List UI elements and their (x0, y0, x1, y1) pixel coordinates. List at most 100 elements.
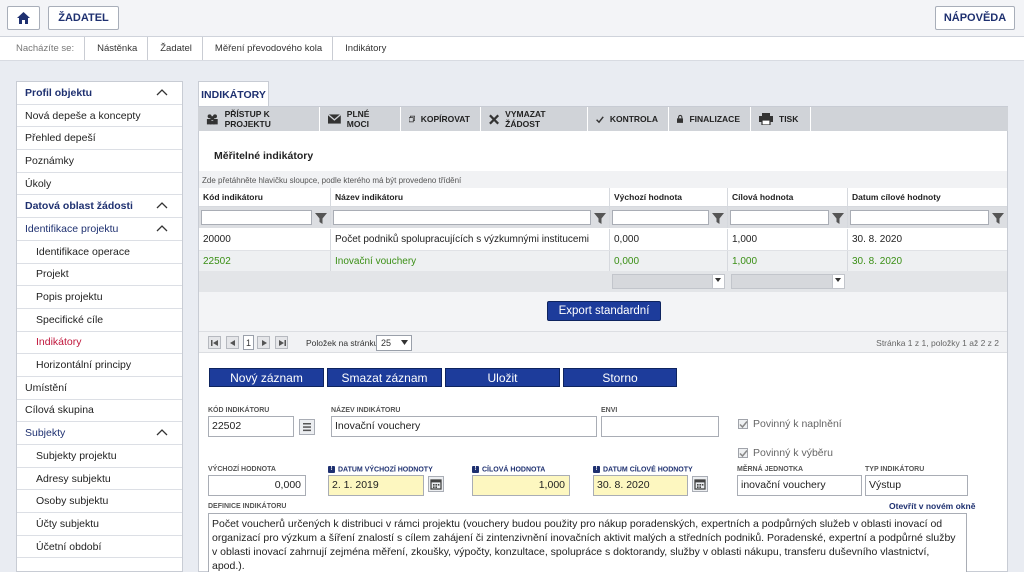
filter-icon[interactable] (314, 211, 328, 225)
target-date-field[interactable]: 30. 8. 2020 (593, 475, 688, 496)
column-header-target-date[interactable]: Datum cílové hodnoty (848, 188, 1007, 206)
user-role-button[interactable]: ŽADATEL (48, 6, 119, 30)
sidebar-item-label: Subjekty (25, 427, 66, 440)
sidebar-item[interactable]: Horizontální principy (17, 354, 182, 377)
filter-icon[interactable] (831, 211, 845, 225)
target-value-field[interactable]: 1,000 (472, 475, 570, 496)
filter-icon[interactable] (991, 211, 1005, 225)
sidebar-item[interactable]: Projekt (17, 264, 182, 287)
chevron-up-icon[interactable] (156, 87, 168, 99)
required-select-checkbox[interactable]: Povinný k výběru (738, 447, 833, 459)
required-fulfill-checkbox[interactable]: Povinný k naplnění (738, 418, 842, 430)
code-label: KÓD INDIKÁTORU (208, 407, 270, 414)
filter-icon[interactable] (711, 211, 725, 225)
new-record-button[interactable]: Nový záznam (209, 368, 324, 387)
sidebar-item[interactable]: Umístění (17, 377, 182, 400)
sidebar-item[interactable]: Subjekty projektu (17, 445, 182, 468)
column-header-target-value[interactable]: Cílová hodnota (728, 188, 848, 206)
page-number-input[interactable]: 1 (243, 335, 254, 350)
first-page-button[interactable] (208, 336, 221, 349)
copy-icon (409, 115, 415, 123)
cancel-button[interactable]: Storno (563, 368, 677, 387)
code-field[interactable]: 22502 (208, 416, 294, 437)
table-row-selected[interactable]: 22502 Inovační vouchery 0,000 1,000 30. … (199, 251, 1007, 271)
envi-field[interactable] (601, 416, 719, 437)
breadcrumb-item-project[interactable]: Měření převodového kola (203, 37, 334, 60)
cell-name: Inovační vouchery (331, 251, 610, 271)
finalize-button[interactable]: FINALIZACE (669, 107, 751, 131)
delete-application-button[interactable]: VYMAZAT ŽÁDOST (481, 107, 588, 131)
calendar-icon (694, 479, 706, 490)
definition-textarea[interactable]: Počet voucherů určených k distribuci v r… (208, 513, 967, 572)
summary-select-start-value[interactable] (612, 274, 725, 289)
last-page-button[interactable] (275, 336, 288, 349)
sidebar-item[interactable]: Adresy subjektu (17, 468, 182, 491)
open-new-window-link[interactable]: Otevřít v novém okně (889, 501, 975, 511)
sidebar-item[interactable]: Popis projektu (17, 286, 182, 309)
breadcrumb-item-dashboard[interactable]: Nástěnka (85, 37, 149, 60)
filter-input[interactable] (730, 210, 829, 225)
filter-input[interactable] (333, 210, 591, 225)
name-field[interactable]: Inovační vouchery (331, 416, 597, 437)
power-of-attorney-button[interactable]: PLNÉ MOCI (320, 107, 401, 131)
sidebar-item[interactable]: Přehled depeší (17, 127, 182, 151)
page-size-select[interactable]: 25 (376, 335, 412, 351)
table-row[interactable]: 20000 Počet podniků spolupracujících s v… (199, 229, 1007, 251)
filter-input[interactable] (612, 210, 709, 225)
filter-icon[interactable] (593, 211, 607, 225)
sidebar-item[interactable]: Účty subjektu (17, 513, 182, 536)
sidebar-item[interactable]: Osoby subjektu (17, 490, 182, 514)
sidebar-item-label: Úkoly (25, 177, 52, 190)
sidebar-item[interactable]: Indikátory (17, 332, 182, 355)
start-date-field[interactable]: 2. 1. 2019 (328, 475, 424, 496)
target-date-calendar-button[interactable] (692, 476, 708, 492)
copy-button[interactable]: KOPÍROVAT (401, 107, 481, 131)
start-value-field[interactable]: 0,000 (208, 475, 306, 496)
sidebar-item[interactable]: Poznámky (17, 150, 182, 173)
filter-input[interactable] (201, 210, 312, 225)
sidebar-item[interactable]: Profil objektu (17, 82, 182, 105)
help-button[interactable]: NÁPOVĚDA (935, 6, 1015, 30)
chevron-up-icon[interactable] (156, 223, 168, 235)
previous-page-button[interactable] (226, 336, 239, 349)
target-value-label: CÍLOVÁ HODNOTA (482, 466, 546, 474)
access-project-button[interactable]: PŘÍSTUP K PROJEKTU (198, 107, 320, 131)
sidebar-item-label: Umístění (25, 381, 68, 394)
column-header-code[interactable]: Kód indikátoru (199, 188, 331, 206)
type-field[interactable]: Výstup (865, 475, 968, 496)
home-button[interactable] (7, 6, 40, 30)
sidebar-item-label: Přehled depeší (25, 132, 96, 145)
filter-input[interactable] (850, 210, 989, 225)
unit-field[interactable]: inovační vouchery (737, 475, 862, 496)
summary-select-target-value[interactable] (731, 274, 845, 289)
sidebar-item-label: Subjekty projektu (36, 449, 117, 462)
sidebar-item[interactable]: Subjekty (17, 422, 182, 445)
people-icon (206, 114, 218, 125)
sidebar-item[interactable]: Identifikace projektu (17, 218, 182, 241)
next-page-button[interactable] (257, 336, 270, 349)
sidebar-item[interactable]: Účetní období (17, 536, 182, 559)
chevron-up-icon[interactable] (156, 200, 168, 212)
sidebar-item[interactable]: Nová depeše a koncepty (17, 105, 182, 128)
filter-name (331, 207, 610, 228)
column-header-start-value[interactable]: Výchozí hodnota (610, 188, 728, 206)
column-header-name[interactable]: Název indikátoru (331, 188, 610, 206)
sidebar-item-label: Poznámky (25, 154, 75, 167)
save-button[interactable]: Uložit (445, 368, 560, 387)
sidebar-item[interactable]: Datová oblast žádosti (17, 195, 182, 219)
tab-indicators[interactable]: INDIKÁTORY (198, 81, 269, 107)
sidebar-item[interactable]: Identifikace operace (17, 241, 182, 264)
chevron-up-icon[interactable] (156, 427, 168, 439)
name-label: NÁZEV INDIKÁTORU (331, 407, 401, 414)
export-standard-button[interactable]: Export standardní (547, 301, 661, 321)
sidebar-item[interactable]: Úkoly (17, 173, 182, 196)
delete-record-button[interactable]: Smazat záznam (327, 368, 442, 387)
print-button[interactable]: TISK (751, 107, 811, 131)
sidebar-item[interactable]: Specifické cíle (17, 309, 182, 332)
sidebar-item[interactable]: Cílová skupina (17, 400, 182, 423)
check-button[interactable]: KONTROLA (588, 107, 669, 131)
chevron-down-icon (835, 278, 841, 282)
breadcrumb-item-applicant[interactable]: Žadatel (148, 37, 203, 60)
list-picker-button[interactable] (299, 419, 315, 435)
start-date-calendar-button[interactable] (428, 476, 444, 492)
